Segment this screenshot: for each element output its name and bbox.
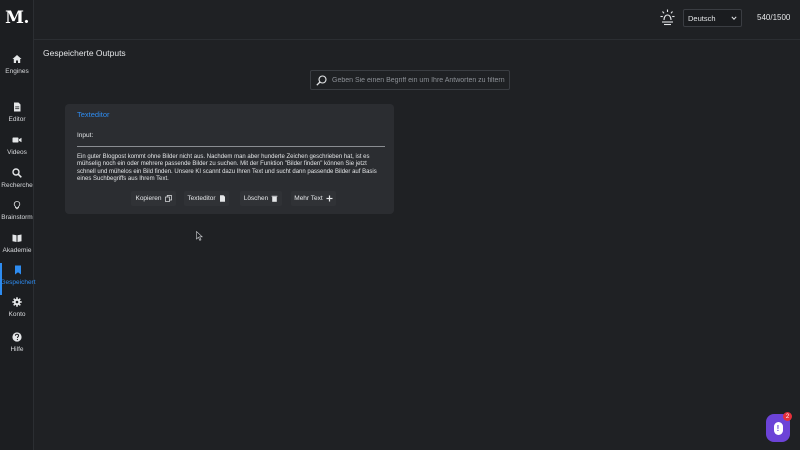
saved-output-card: Texteditor Input: Ein guter Blogpost kom… (65, 104, 394, 214)
sidebar-item-label: Brainstorm (1, 214, 33, 221)
sun-lamp-icon[interactable] (660, 9, 675, 27)
gear-icon (12, 297, 22, 307)
sidebar-item-label: Recherche (1, 182, 33, 189)
search-icon (12, 168, 22, 178)
sidebar-item-label: Videos (7, 149, 27, 156)
trash-icon (271, 195, 278, 202)
app-logo[interactable]: M. (0, 8, 34, 28)
chat-icon: ! (773, 421, 783, 435)
question-icon (12, 332, 22, 342)
sidebar: M. Engines Editor Videos Recherche Brain… (0, 0, 36, 450)
sidebar-item-gespeichert[interactable]: Gespeichert (0, 263, 36, 295)
search-bar (310, 70, 510, 90)
language-select-value: Deutsch (688, 13, 716, 23)
sidebar-item-akademie[interactable]: Akademie (0, 231, 34, 263)
sidebar-item-videos[interactable]: Videos (0, 133, 34, 165)
copy-button[interactable]: Kopieren (131, 191, 176, 206)
divider (77, 146, 385, 147)
copy-button-label: Kopieren (135, 195, 162, 202)
lightbulb-icon (13, 201, 21, 210)
card-actions: Kopieren Texteditor Löschen Mehr Text (65, 191, 394, 207)
delete-button-label: Löschen (243, 195, 269, 202)
sidebar-item-label: Akademie (2, 247, 32, 254)
copy-icon (164, 195, 172, 202)
page-title: Gespeicherte Outputs (43, 48, 126, 58)
credits-counter: 540/1500 (757, 13, 791, 22)
search-icon (316, 74, 327, 86)
search-input[interactable] (332, 76, 509, 84)
sidebar-item-label: Gespeichert (0, 279, 36, 286)
language-select[interactable]: Deutsch (683, 9, 742, 27)
sidebar-item-label: Editor (8, 116, 26, 123)
bookmark-icon (15, 265, 21, 275)
more-text-button[interactable]: Mehr Text (291, 191, 336, 206)
plus-icon (326, 195, 333, 202)
sidebar-item-engines[interactable]: Engines (0, 52, 34, 84)
texteditor-button-label: Texteditor (187, 195, 216, 202)
notification-badge: 2 (783, 412, 792, 421)
sidebar-item-label: Hilfe (10, 346, 24, 353)
document-icon (219, 195, 225, 202)
document-icon (14, 102, 21, 112)
sidebar-item-editor[interactable]: Editor (0, 100, 34, 132)
sidebar-item-recherche[interactable]: Recherche (0, 166, 34, 198)
output-text: Ein guter Blogpost kommt ohne Bilder nic… (77, 154, 377, 182)
more-text-button-label: Mehr Text (294, 195, 323, 202)
sidebar-item-hilfe[interactable]: Hilfe (0, 330, 34, 362)
chevron-down-icon (731, 16, 737, 20)
input-label: Input: (77, 132, 94, 139)
card-title[interactable]: Texteditor (77, 110, 110, 119)
delete-button[interactable]: Löschen (240, 191, 282, 206)
sidebar-item-konto[interactable]: Konto (0, 295, 34, 327)
mouse-cursor-icon (196, 231, 203, 241)
texteditor-button[interactable]: Texteditor (184, 191, 229, 206)
video-camera-icon (12, 137, 22, 143)
sidebar-item-label: Engines (5, 68, 29, 75)
sidebar-item-brainstorm[interactable]: Brainstorm (0, 198, 34, 230)
book-icon (12, 234, 22, 242)
sidebar-item-label: Konto (8, 311, 26, 318)
home-icon (12, 55, 22, 63)
